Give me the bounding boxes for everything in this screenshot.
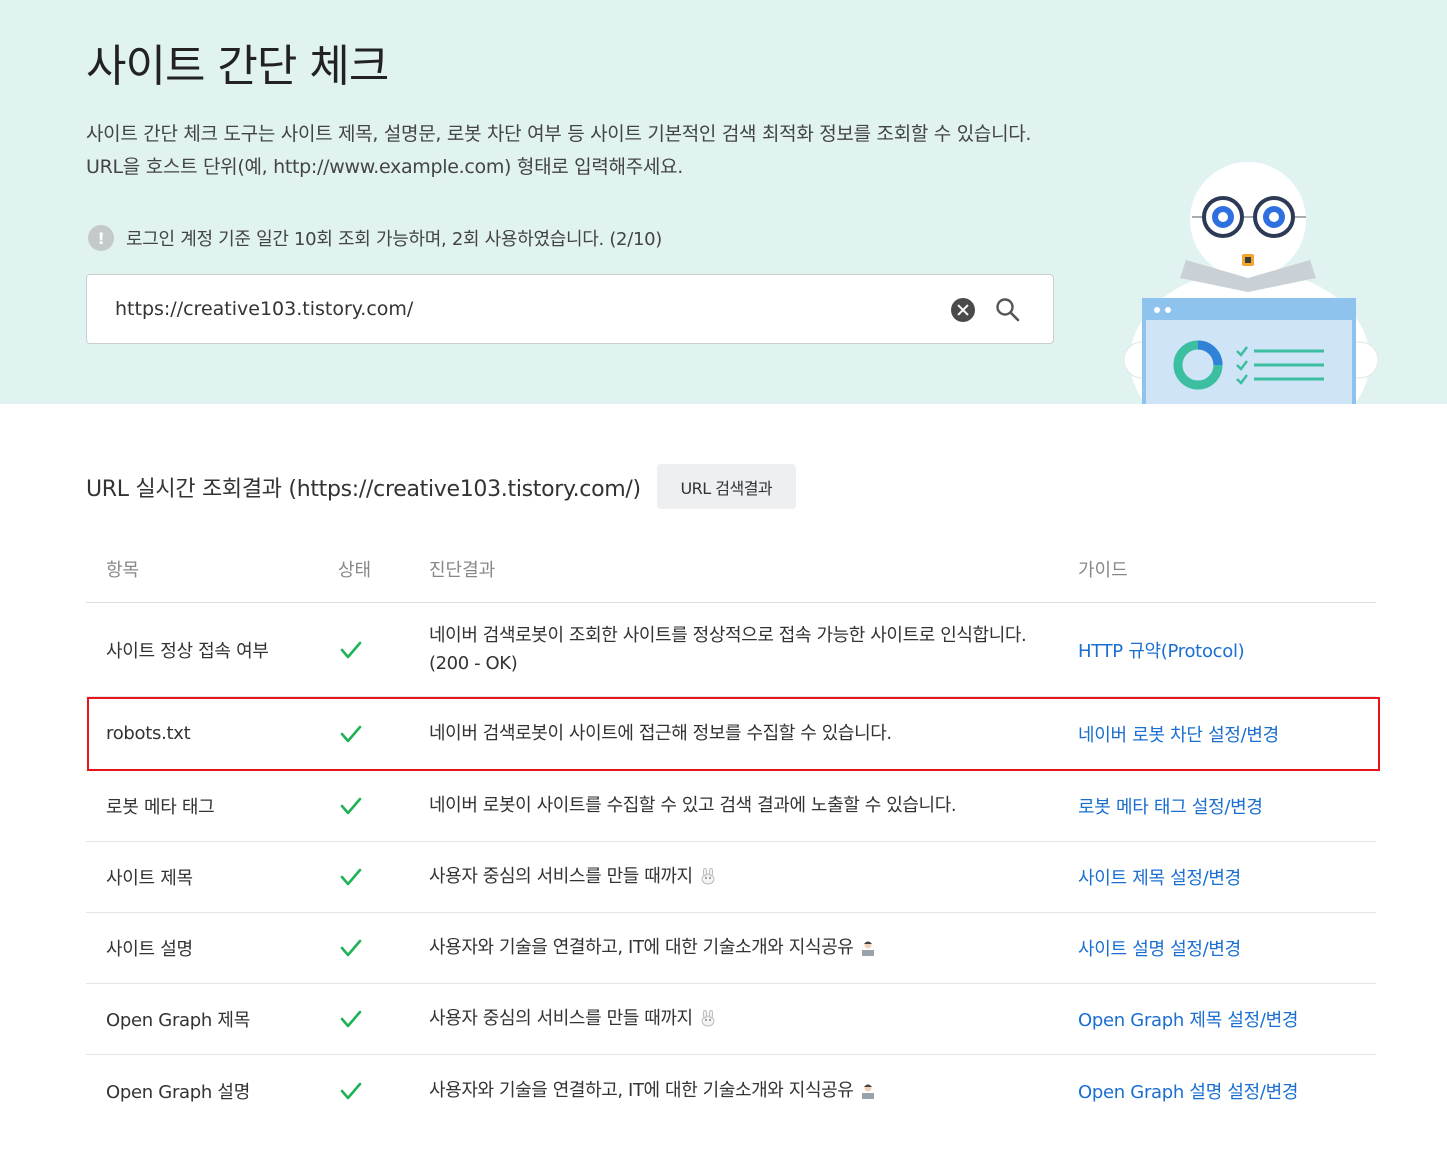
guide-link-robots[interactable]: 네이버 로봇 차단 설정/변경	[1078, 697, 1279, 770]
exclamation-icon: !	[88, 225, 114, 251]
description-line-1: 사이트 간단 체크 도구는 사이트 제목, 설명문, 로봇 차단 여부 등 사이…	[86, 123, 1032, 145]
search-icon[interactable]	[994, 296, 1022, 324]
check-icon	[340, 939, 362, 957]
row-diagnosis: 네이버 검색로봇이 사이트에 접근해 정보를 수집할 수 있습니다.	[429, 722, 892, 744]
header-status: 상태	[338, 560, 372, 581]
row-item: Open Graph 설명	[106, 1081, 250, 1103]
diagnosis-text: 사용자 중심의 서비스를 만들 때까지	[429, 1008, 693, 1029]
row-diagnosis: 사용자 중심의 서비스를 만들 때까지	[429, 842, 1049, 912]
table-row: 로봇 메타 태그 네이버 로봇이 사이트를 수집할 수 있고 검색 결과에 노출…	[86, 771, 1376, 842]
row-item: 사이트 설명	[106, 939, 193, 960]
check-icon	[340, 641, 362, 658]
table-row: 사이트 설명 사용자와 기술을 연결하고, IT에 대한 기술소개와 지식공유 …	[86, 913, 1376, 984]
row-diagnosis: 사용자와 기술을 연결하고, IT에 대한 기술소개와 지식공유	[429, 913, 1049, 983]
status-cell	[338, 697, 368, 770]
rabbit-emoji-icon	[701, 868, 715, 885]
technologist-emoji-icon	[862, 941, 875, 956]
row-item: Open Graph 제목	[106, 1010, 250, 1031]
hero-section: 사이트 간단 체크 사이트 간단 체크 도구는 사이트 제목, 설명문, 로봇 …	[0, 0, 1447, 404]
check-icon	[340, 725, 362, 742]
guide-link-og-title[interactable]: Open Graph 제목 설정/변경	[1078, 984, 1298, 1054]
row-item: 사이트 제목	[106, 868, 193, 889]
result-table: 항목 상태 진단결과 가이드 사이트 정상 접속 여부 네이버 검색로봇이 조회…	[86, 532, 1376, 1126]
rabbit-emoji-icon	[701, 1010, 715, 1027]
status-cell	[338, 603, 368, 696]
table-row: robots.txt 네이버 검색로봇이 사이트에 접근해 정보를 수집할 수 …	[86, 697, 1376, 771]
guide-link-robot-meta[interactable]: 로봇 메타 태그 설정/변경	[1078, 771, 1263, 841]
row-diagnosis: 사용자와 기술을 연결하고, IT에 대한 기술소개와 지식공유	[429, 1055, 1049, 1126]
result-title: URL 실시간 조회결과 (https://creative103.tistor…	[86, 476, 641, 502]
status-cell	[338, 1055, 368, 1126]
table-row: 사이트 제목 사용자 중심의 서비스를 만들 때까지 사이트 제목 설정/변경	[86, 842, 1376, 913]
url-input[interactable]	[115, 275, 935, 343]
row-item: 사이트 정상 접속 여부	[106, 640, 269, 662]
clear-icon[interactable]	[951, 298, 975, 322]
check-icon	[340, 1010, 362, 1028]
robot-illustration	[1123, 162, 1379, 404]
table-row: Open Graph 설명 사용자와 기술을 연결하고, IT에 대한 기술소개…	[86, 1055, 1376, 1126]
guide-link-site-description[interactable]: 사이트 설명 설정/변경	[1078, 913, 1241, 983]
row-item: 로봇 메타 태그	[106, 797, 215, 818]
result-header: URL 실시간 조회결과 (https://creative103.tistor…	[86, 464, 796, 509]
row-diagnosis: 네이버 검색로봇이 조회한 사이트를 정상적으로 접속 가능한 사이트로 인식합…	[429, 603, 1049, 696]
diagnosis-line-2: (200 - OK)	[429, 652, 518, 674]
guide-link-site-title[interactable]: 사이트 제목 설정/변경	[1078, 842, 1241, 912]
quota-notice: ! 로그인 계정 기준 일간 10회 조회 가능하며, 2회 사용하였습니다. …	[88, 224, 662, 252]
table-row: 사이트 정상 접속 여부 네이버 검색로봇이 조회한 사이트를 정상적으로 접속…	[86, 603, 1376, 697]
row-item: robots.txt	[106, 723, 191, 744]
diagnosis-text: 사용자와 기술을 연결하고, IT에 대한 기술소개와 지식공유	[429, 937, 854, 958]
diagnosis-text: 사용자와 기술을 연결하고, IT에 대한 기술소개와 지식공유	[429, 1079, 854, 1101]
guide-link-http[interactable]: HTTP 규약(Protocol)	[1078, 603, 1245, 696]
status-cell	[338, 913, 368, 983]
status-cell	[338, 771, 368, 841]
guide-link-og-description[interactable]: Open Graph 설명 설정/변경	[1078, 1055, 1298, 1126]
header-guide: 가이드	[1078, 560, 1128, 581]
page-description: 사이트 간단 체크 도구는 사이트 제목, 설명문, 로봇 차단 여부 등 사이…	[86, 118, 1086, 184]
header-diagnosis: 진단결과	[429, 560, 496, 581]
technologist-emoji-icon	[862, 1084, 875, 1099]
row-diagnosis: 사용자 중심의 서비스를 만들 때까지	[429, 984, 1049, 1054]
table-row: Open Graph 제목 사용자 중심의 서비스를 만들 때까지 Open G…	[86, 984, 1376, 1055]
url-search-box	[86, 274, 1054, 344]
diagnosis-text: 사용자 중심의 서비스를 만들 때까지	[429, 866, 693, 887]
check-icon	[340, 1082, 362, 1099]
diagnosis-line-1: 네이버 검색로봇이 조회한 사이트를 정상적으로 접속 가능한 사이트로 인식합…	[429, 624, 1027, 646]
row-diagnosis: 네이버 로봇이 사이트를 수집할 수 있고 검색 결과에 노출할 수 있습니다.	[429, 795, 957, 816]
url-search-result-button[interactable]: URL 검색결과	[656, 464, 796, 509]
description-line-2: URL을 호스트 단위(예, http://www.example.com) 형…	[86, 156, 683, 178]
table-header: 항목 상태 진단결과 가이드	[86, 532, 1376, 603]
check-icon	[340, 797, 362, 815]
quota-text: 로그인 계정 기준 일간 10회 조회 가능하며, 2회 사용하였습니다. (2…	[126, 229, 662, 250]
page-title: 사이트 간단 체크	[86, 41, 389, 92]
check-icon	[340, 868, 362, 886]
header-item: 항목	[106, 560, 140, 581]
status-cell	[338, 842, 368, 912]
status-cell	[338, 984, 368, 1054]
